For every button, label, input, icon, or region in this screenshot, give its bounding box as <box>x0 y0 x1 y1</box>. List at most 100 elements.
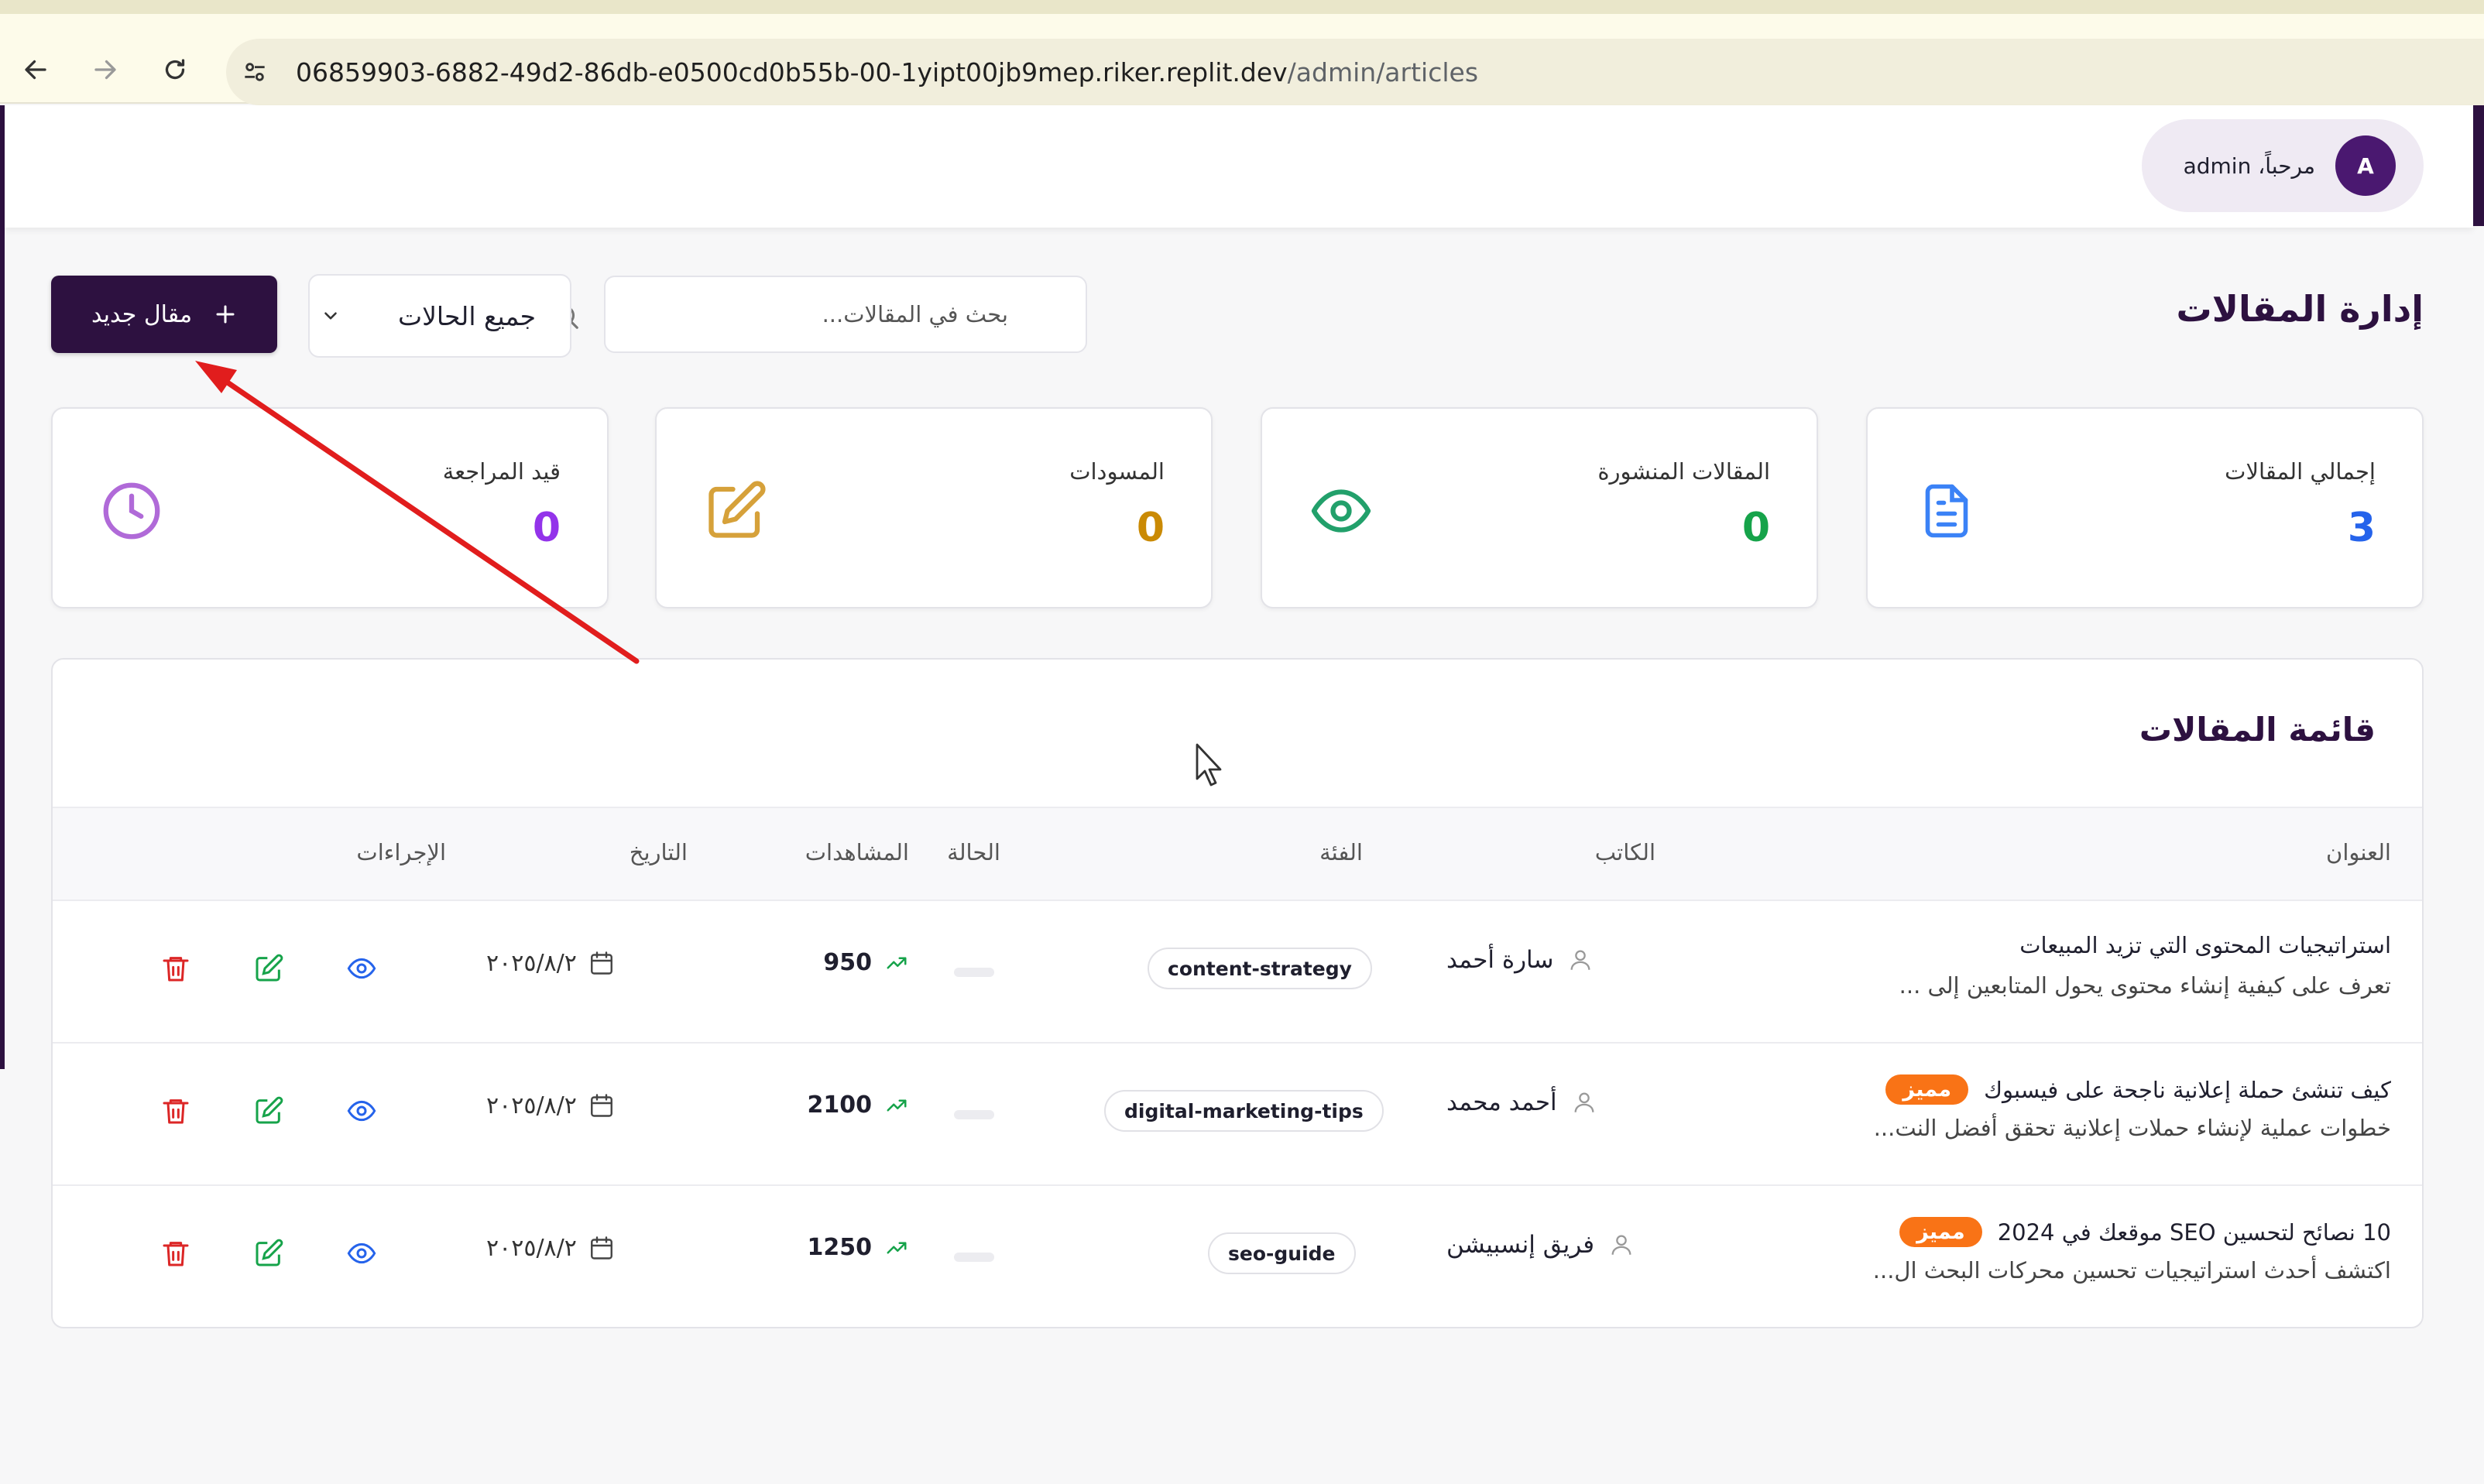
article-title-text: استراتيجيات المحتوى التي تزيد المبيعات <box>2019 932 2391 958</box>
user-greeting: مرحباً، admin <box>2183 153 2315 179</box>
url-host: 06859903-6882-49d2-86db-e0500cd0b55b-00-… <box>296 57 1288 87</box>
article-title[interactable]: استراتيجيات المحتوى التي تزيد المبيعات <box>2019 932 2391 958</box>
avatar: A <box>2335 135 2396 196</box>
date-cell: ٢٠٢٥/٨/٢ <box>486 949 616 977</box>
top-header <box>5 105 2473 228</box>
th-actions: الإجراءات <box>356 839 446 865</box>
edit-icon <box>256 954 283 982</box>
table-row[interactable]: استراتيجيات المحتوى التي تزيد المبيعات ت… <box>53 901 2422 1044</box>
trash-icon <box>163 957 189 982</box>
table-title: قائمة المقالات <box>2139 711 2376 749</box>
user-icon <box>1571 950 1590 970</box>
reload-button[interactable] <box>152 46 198 93</box>
edit-icon <box>256 1239 283 1266</box>
eye-icon <box>1311 489 1371 533</box>
status-placeholder <box>954 1110 994 1119</box>
site-settings-icon <box>245 63 265 81</box>
stat-card-drafts: المسودات 0 <box>655 407 1213 608</box>
stat-label: إجمالي المقالات <box>2225 458 2376 485</box>
delete-button[interactable] <box>156 1234 195 1273</box>
article-title-text: كيف تنشئ حملة إعلانية ناجحة على فيسبوك <box>1984 1076 2391 1103</box>
category-badge: content-strategy <box>1148 948 1372 989</box>
search-placeholder: بحث في المقالات... <box>822 301 1008 327</box>
th-category: الفئة <box>1319 839 1363 865</box>
url-text: 06859903-6882-49d2-86db-e0500cd0b55b-00-… <box>296 57 1478 87</box>
user-icon <box>1611 1235 1631 1255</box>
articles-table-card: قائمة المقالات العنوان الكاتب الفئة الحا… <box>51 658 2424 1328</box>
stat-card-published: المقالات المنشورة 0 <box>1261 407 1818 608</box>
author-name: أحمد محمد <box>1446 1088 1557 1116</box>
stat-card-total: إجمالي المقالات 3 <box>1866 407 2424 608</box>
eye-icon <box>347 1242 376 1264</box>
article-title-text: 10 نصائح لتحسين SEO موقعك في 2024 <box>1997 1218 2391 1246</box>
clock-icon <box>103 482 160 540</box>
url-path: /admin/articles <box>1287 57 1479 87</box>
table-header: العنوان الكاتب الفئة الحالة المشاهدات ال… <box>53 807 2422 901</box>
plus-icon <box>216 305 235 324</box>
date-cell: ٢٠٢٥/٨/٢ <box>486 1092 616 1119</box>
trash-icon <box>163 1242 189 1266</box>
trending-up-icon <box>887 1099 907 1111</box>
stat-label: قيد المراجعة <box>442 458 561 485</box>
calendar-icon <box>590 1094 612 1117</box>
sidebar-edge-right <box>2473 105 2484 226</box>
trash-icon <box>163 1099 189 1124</box>
forward-button[interactable] <box>82 46 129 93</box>
views-count: 2100 <box>807 1092 873 1119</box>
featured-badge: مميز <box>1885 1074 1969 1105</box>
trending-up-icon <box>887 957 907 968</box>
view-button[interactable] <box>342 1092 381 1130</box>
back-button[interactable] <box>12 46 59 93</box>
author-cell: فريق إنسبيشن <box>1446 1231 1694 1259</box>
th-title: العنوان <box>2326 839 2391 865</box>
sidebar-edge <box>0 105 5 1069</box>
view-button[interactable] <box>342 949 381 988</box>
status-filter-select[interactable]: جميع الحالات <box>308 274 571 358</box>
author-cell: أحمد محمد <box>1446 1088 1694 1116</box>
stat-value: 3 <box>2347 505 2376 551</box>
browser-tab-strip <box>0 0 2484 14</box>
chevron-down-icon <box>324 312 337 320</box>
arrow-left-icon <box>25 60 46 80</box>
document-icon <box>1925 484 1968 538</box>
user-menu[interactable]: مرحباً، admin A <box>2142 119 2424 212</box>
table-row[interactable]: كيف تنشئ حملة إعلانية ناجحة على فيسبوك مم… <box>53 1044 2422 1186</box>
category-badge: digital-marketing-tips <box>1104 1090 1384 1132</box>
th-date: التاريخ <box>629 839 688 865</box>
stat-value: 0 <box>532 505 561 551</box>
th-views: المشاهدات <box>805 839 909 865</box>
author-cell: سارة أحمد <box>1446 946 1694 974</box>
edit-button[interactable] <box>249 949 288 988</box>
article-excerpt: اكتشف أحدث استراتيجيات تحسين محركات البح… <box>1872 1257 2391 1284</box>
search-input[interactable]: بحث في المقالات... <box>554 276 1087 353</box>
edit-icon <box>256 1096 283 1124</box>
stat-value: 0 <box>1741 505 1770 551</box>
article-excerpt: تعرف على كيفية إنشاء محتوى يحول المتابعي… <box>1899 972 2391 999</box>
views-cell: 1250 <box>711 1234 912 1261</box>
stat-card-review: قيد المراجعة 0 <box>51 407 609 608</box>
article-title[interactable]: كيف تنشئ حملة إعلانية ناجحة على فيسبوك مم… <box>1885 1074 2391 1105</box>
new-article-label: مقال جديد <box>91 300 193 328</box>
delete-button[interactable] <box>156 1092 195 1130</box>
eye-icon <box>347 958 376 979</box>
edit-button[interactable] <box>249 1234 288 1273</box>
th-author: الكاتب <box>1594 839 1655 865</box>
view-button[interactable] <box>342 1234 381 1273</box>
views-cell: 2100 <box>711 1092 912 1119</box>
article-title[interactable]: 10 نصائح لتحسين SEO موقعك في 2024 مميز <box>1899 1217 2391 1247</box>
views-count: 1250 <box>807 1234 873 1261</box>
article-excerpt: خطوات عملية لإنشاء حملات إعلانية تحقق أف… <box>1873 1115 2391 1141</box>
status-placeholder <box>954 968 994 977</box>
mouse-cursor-icon <box>1196 743 1222 787</box>
table-row[interactable]: 10 نصائح لتحسين SEO موقعك في 2024 مميز اك… <box>53 1186 2422 1327</box>
edit-button[interactable] <box>249 1092 288 1130</box>
delete-button[interactable] <box>156 949 195 988</box>
date-cell: ٢٠٢٥/٨/٢ <box>486 1234 616 1262</box>
new-article-button[interactable]: مقال جديد <box>51 276 277 353</box>
page-title: إدارة المقالات <box>2176 288 2424 330</box>
address-bar[interactable]: 06859903-6882-49d2-86db-e0500cd0b55b-00-… <box>226 39 2484 105</box>
date-text: ٢٠٢٥/٨/٢ <box>486 1092 577 1119</box>
edit-icon <box>708 481 766 538</box>
featured-badge: مميز <box>1899 1217 1982 1247</box>
eye-icon <box>347 1100 376 1122</box>
